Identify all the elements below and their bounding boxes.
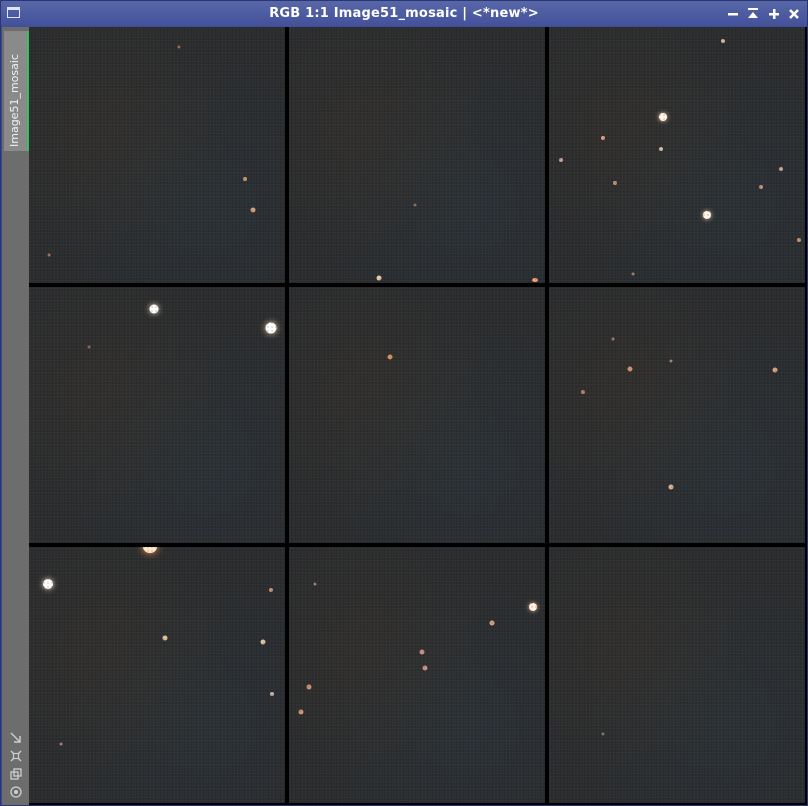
star [422,665,428,671]
star [559,158,563,162]
star [47,253,51,257]
star [270,692,274,696]
star [797,238,801,242]
image-window: RGB 1:1 Image51_mosaic | <*new*> Image51… [0,0,808,806]
mosaic-tile [289,27,545,283]
star [419,649,425,655]
send-to-icon[interactable] [9,731,23,745]
star [627,366,633,372]
mosaic-tile [289,547,545,803]
star [668,484,674,490]
star [759,185,763,189]
star [376,275,382,281]
star [581,390,585,394]
star [243,177,247,181]
star [162,635,168,641]
star [265,322,277,334]
star [306,684,312,690]
mask-icon[interactable] [9,785,23,799]
star [177,45,181,49]
mosaic-tile [549,287,805,543]
star [601,136,605,140]
star [298,709,304,715]
star [631,272,635,276]
minimize-icon[interactable] [725,6,741,22]
title-bar[interactable]: RGB 1:1 Image51_mosaic | <*new*> [1,1,807,27]
identify-icon[interactable] [9,749,23,763]
star [260,639,266,645]
star [659,147,663,151]
shade-icon[interactable] [745,6,761,22]
clone-icon[interactable] [9,767,23,781]
star [779,167,783,171]
view-identifier-label: Image51_mosaic [8,54,21,147]
star [59,742,63,746]
mosaic-tile [29,547,285,803]
star [250,207,256,213]
star [532,278,538,282]
maximize-icon[interactable] [766,6,782,22]
star [269,588,273,592]
star [669,359,673,363]
star [703,211,711,219]
star [387,354,393,360]
mosaic-tile [29,27,285,283]
star [721,39,725,43]
star [143,547,157,553]
star [772,367,778,373]
star [149,304,159,314]
star [601,732,605,736]
close-icon[interactable] [786,6,802,22]
star [611,337,615,341]
star [87,345,91,349]
star [489,620,495,626]
window-title: RGB 1:1 Image51_mosaic | <*new*> [269,6,539,21]
star [413,203,417,207]
star [313,582,317,586]
star [529,603,537,611]
star [659,113,667,121]
image-viewport[interactable] [29,27,807,805]
view-identifier-tab[interactable]: Image51_mosaic [4,31,29,151]
mosaic-tile [549,547,805,803]
star [613,181,617,185]
mosaic-tile [29,287,285,543]
view-side-panel: Image51_mosaic [2,27,29,805]
mosaic-tile [549,27,805,283]
mosaic-tile [289,287,545,543]
star [43,579,53,589]
